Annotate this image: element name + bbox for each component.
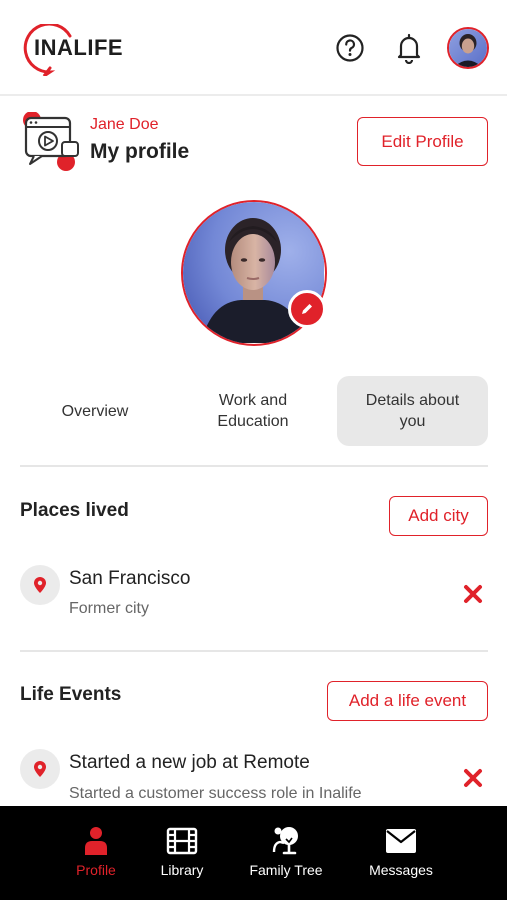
delete-life-event-icon[interactable] [463,768,483,788]
nav-label-messages: Messages [369,862,433,878]
nav-label-library: Library [160,862,204,878]
envelope-icon [386,829,416,853]
family-tree-icon [272,827,298,855]
person-icon [85,827,107,855]
bell-icon[interactable] [393,32,425,64]
tab-details-label: Details about you [365,392,460,430]
user-name: Jane Doe [90,116,159,133]
nav-label-profile: Profile [76,862,116,878]
nav-label-family-tree: Family Tree [249,862,323,878]
nav-family-tree[interactable]: Family Tree [236,806,336,900]
pencil-icon [302,304,312,314]
divider [20,650,488,652]
tab-work-and-education[interactable]: Work and Education [178,376,328,446]
location-pin-icon [20,565,60,605]
bottom-navigation: Profile Library Family Tree Messages [0,806,507,900]
profile-video-icon [23,112,79,171]
help-icon[interactable] [334,32,366,64]
add-city-button[interactable]: Add city [389,496,488,536]
logo-text: INALIFE [34,35,124,60]
life-event-subtitle: Started a customer success role in Inali… [69,785,362,802]
tab-details-about-you[interactable]: Details about you [337,376,488,446]
nav-profile[interactable]: Profile [60,806,132,900]
inalife-logo[interactable]: INALIFE [20,24,130,76]
place-title: San Francisco [69,568,191,589]
location-pin-icon [20,749,60,789]
tab-overview[interactable]: Overview [20,376,170,446]
edit-profile-button[interactable]: Edit Profile [357,117,488,166]
header-avatar[interactable] [447,27,489,69]
edit-photo-button[interactable] [288,290,326,328]
film-icon [166,827,198,855]
tab-work-label: Work and Education [217,392,289,430]
life-event-title: Started a new job at Remote [69,752,310,773]
page-title: My profile [90,140,190,163]
place-subtitle: Former city [69,600,149,617]
app-header: INALIFE [0,0,507,96]
nav-library[interactable]: Library [146,806,218,900]
nav-messages[interactable]: Messages [359,806,443,900]
life-events-title: Life Events [20,684,122,705]
delete-place-icon[interactable] [463,584,483,604]
divider [20,465,488,467]
add-life-event-button[interactable]: Add a life event [327,681,488,721]
places-lived-title: Places lived [20,500,129,521]
